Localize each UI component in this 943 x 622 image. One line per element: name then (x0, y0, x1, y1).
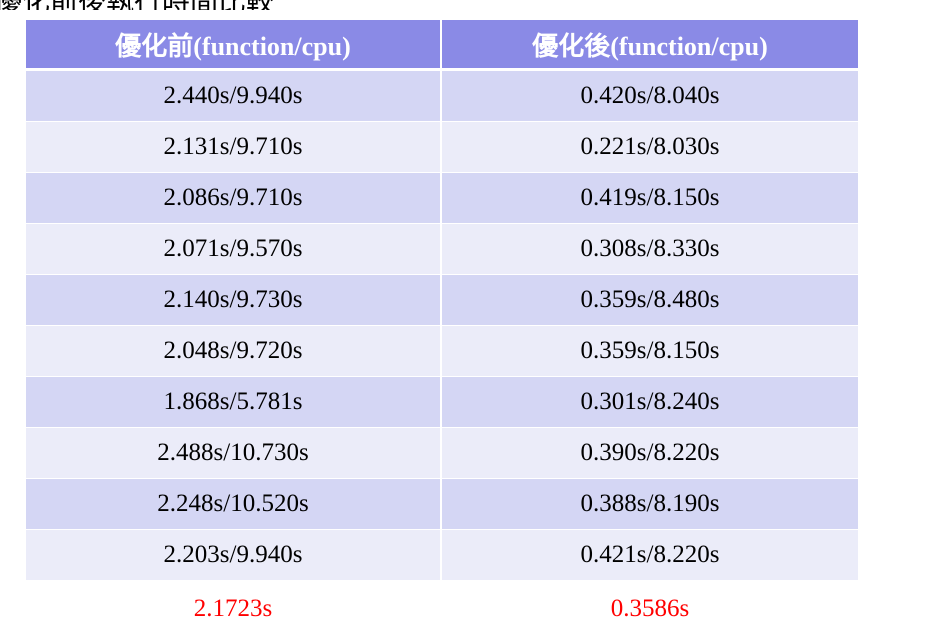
header-after: 優化後(function/cpu) (442, 20, 858, 71)
cell-before: 2.488s/10.730s (26, 428, 442, 479)
header-before: 優化前(function/cpu) (26, 20, 442, 71)
cell-before: 2.131s/9.710s (26, 122, 442, 173)
table-row: 2.488s/10.730s 0.390s/8.220s (26, 428, 858, 479)
table-row: 2.071s/9.570s 0.308s/8.330s (26, 224, 858, 275)
cell-after: 0.301s/8.240s (442, 377, 858, 428)
table-row: 2.203s/9.940s 0.421s/8.220s (26, 530, 858, 581)
cell-after: 0.308s/8.330s (442, 224, 858, 275)
cell-after: 0.421s/8.220s (442, 530, 858, 581)
cell-before: 2.440s/9.940s (26, 71, 442, 122)
cell-before: 2.140s/9.730s (26, 275, 442, 326)
slide: 優化前後執行時間比較 優化前(function/cpu) 優化後(functio… (0, 0, 943, 622)
table-row: 2.248s/10.520s 0.388s/8.190s (26, 479, 858, 530)
cell-before: 2.248s/10.520s (26, 479, 442, 530)
cell-before: 2.203s/9.940s (26, 530, 442, 581)
table-row: 2.140s/9.730s 0.359s/8.480s (26, 275, 858, 326)
cell-after: 0.359s/8.150s (442, 326, 858, 377)
cell-after: 0.359s/8.480s (442, 275, 858, 326)
performance-table: 優化前(function/cpu) 優化後(function/cpu) 2.44… (26, 20, 858, 622)
table-row: 1.868s/5.781s 0.301s/8.240s (26, 377, 858, 428)
table-row: 2.440s/9.940s 0.420s/8.040s (26, 71, 858, 122)
cell-after: 0.388s/8.190s (442, 479, 858, 530)
header-row: 優化前(function/cpu) 優化後(function/cpu) (26, 20, 858, 71)
cell-after: 0.221s/8.030s (442, 122, 858, 173)
cell-before: 2.086s/9.710s (26, 173, 442, 224)
average-row: 2.1723s 0.3586s (26, 581, 858, 622)
table-row: 2.048s/9.720s 0.359s/8.150s (26, 326, 858, 377)
table-row: 2.086s/9.710s 0.419s/8.150s (26, 173, 858, 224)
slide-title: 優化前後執行時間比較 (0, 0, 354, 10)
cell-before: 2.048s/9.720s (26, 326, 442, 377)
table-row: 2.131s/9.710s 0.221s/8.030s (26, 122, 858, 173)
cell-after: 0.390s/8.220s (442, 428, 858, 479)
cell-after: 0.419s/8.150s (442, 173, 858, 224)
cell-after: 0.420s/8.040s (442, 71, 858, 122)
cell-before: 2.071s/9.570s (26, 224, 442, 275)
cell-before: 1.868s/5.781s (26, 377, 442, 428)
average-before: 2.1723s (26, 581, 442, 622)
average-after: 0.3586s (442, 581, 858, 622)
